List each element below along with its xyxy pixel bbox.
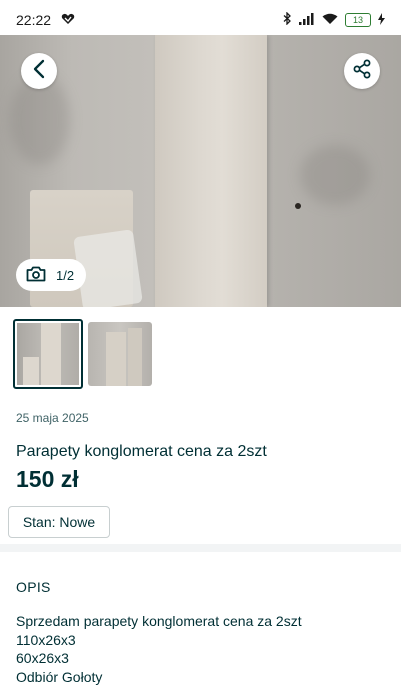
photo-counter-text: 1/2 [56,267,75,283]
back-button[interactable] [21,53,57,89]
chevron-left-icon [32,59,46,84]
description-heading: OPIS [16,579,51,595]
thumbnail-2[interactable] [88,322,152,386]
thumbnail-strip [13,319,152,389]
condition-label: Stan: Nowe [22,514,96,530]
camera-icon [26,266,46,285]
description-line: Sprzedam parapety konglomerat cena za 2s… [16,613,302,629]
wifi-icon [322,13,338,28]
status-bar: 22:22 13 [0,0,401,40]
condition-tag[interactable]: Stan: Nowe [8,506,110,538]
section-divider [0,544,401,552]
signal-icon [299,12,315,28]
description-body: Sprzedam parapety konglomerat cena za 2s… [16,612,302,686]
listing-date: 25 maja 2025 [16,411,89,425]
share-icon [352,59,372,84]
charging-icon [378,12,385,28]
description-line: 110x26x3 [16,631,76,648]
description-line: Odbiór Gołoty [16,668,103,685]
photo-slab-tall [155,35,267,307]
listing-title: Parapety konglomerat cena za 2szt [16,443,267,460]
share-button[interactable] [344,53,380,89]
thumbnail-1[interactable] [13,319,83,389]
battery-icon: 13 [345,13,371,27]
status-time: 22:22 [16,12,52,28]
listing-price: 150 zł [16,466,79,492]
bluetooth-icon [283,11,292,28]
notification-icon [61,12,75,28]
battery-level: 13 [352,14,363,25]
photo-counter: 1/2 [16,259,87,291]
description-line: 60x26x3 [16,650,69,666]
